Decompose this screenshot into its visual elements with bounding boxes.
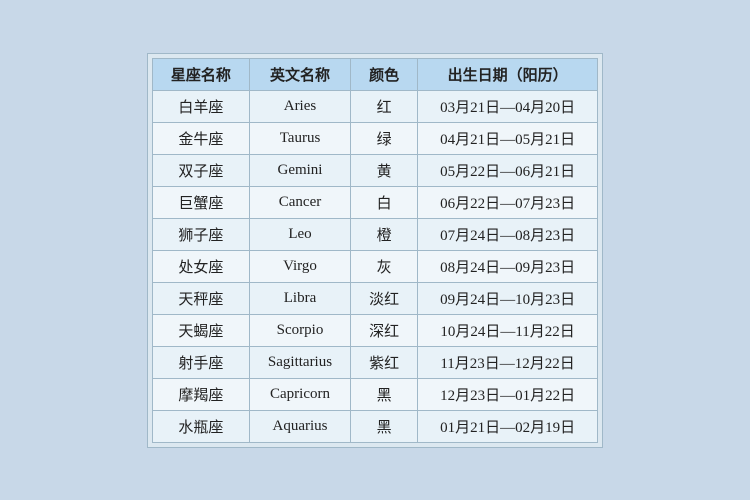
- table-header-row: 星座名称 英文名称 颜色 出生日期（阳历）: [152, 58, 597, 90]
- cell-chinese: 巨蟹座: [152, 186, 249, 218]
- cell-english: Virgo: [249, 250, 350, 282]
- table-row: 射手座Sagittarius紫红11月23日—12月22日: [152, 346, 597, 378]
- cell-color: 紫红: [351, 346, 418, 378]
- table-row: 摩羯座Capricorn黑12月23日—01月22日: [152, 378, 597, 410]
- cell-date: 05月22日—06月21日: [418, 154, 598, 186]
- header-color: 颜色: [351, 58, 418, 90]
- cell-chinese: 射手座: [152, 346, 249, 378]
- cell-date: 08月24日—09月23日: [418, 250, 598, 282]
- cell-color: 淡红: [351, 282, 418, 314]
- cell-english: Aquarius: [249, 410, 350, 442]
- table-body: 白羊座Aries红03月21日—04月20日金牛座Taurus绿04月21日—0…: [152, 90, 597, 442]
- table-row: 水瓶座Aquarius黑01月21日—02月19日: [152, 410, 597, 442]
- zodiac-table: 星座名称 英文名称 颜色 出生日期（阳历） 白羊座Aries红03月21日—04…: [152, 58, 598, 443]
- cell-date: 07月24日—08月23日: [418, 218, 598, 250]
- cell-date: 06月22日—07月23日: [418, 186, 598, 218]
- cell-chinese: 处女座: [152, 250, 249, 282]
- cell-english: Capricorn: [249, 378, 350, 410]
- cell-color: 橙: [351, 218, 418, 250]
- table-row: 双子座Gemini黄05月22日—06月21日: [152, 154, 597, 186]
- cell-date: 11月23日—12月22日: [418, 346, 598, 378]
- cell-color: 黑: [351, 410, 418, 442]
- cell-date: 04月21日—05月21日: [418, 122, 598, 154]
- cell-color: 黑: [351, 378, 418, 410]
- zodiac-table-container: 星座名称 英文名称 颜色 出生日期（阳历） 白羊座Aries红03月21日—04…: [147, 53, 603, 448]
- cell-chinese: 金牛座: [152, 122, 249, 154]
- cell-color: 深红: [351, 314, 418, 346]
- cell-chinese: 狮子座: [152, 218, 249, 250]
- table-row: 白羊座Aries红03月21日—04月20日: [152, 90, 597, 122]
- cell-color: 黄: [351, 154, 418, 186]
- cell-date: 01月21日—02月19日: [418, 410, 598, 442]
- cell-chinese: 水瓶座: [152, 410, 249, 442]
- cell-english: Scorpio: [249, 314, 350, 346]
- table-row: 处女座Virgo灰08月24日—09月23日: [152, 250, 597, 282]
- cell-color: 灰: [351, 250, 418, 282]
- table-row: 巨蟹座Cancer白06月22日—07月23日: [152, 186, 597, 218]
- cell-date: 12月23日—01月22日: [418, 378, 598, 410]
- header-english: 英文名称: [249, 58, 350, 90]
- cell-english: Leo: [249, 218, 350, 250]
- table-row: 金牛座Taurus绿04月21日—05月21日: [152, 122, 597, 154]
- cell-date: 10月24日—11月22日: [418, 314, 598, 346]
- cell-english: Aries: [249, 90, 350, 122]
- cell-color: 红: [351, 90, 418, 122]
- table-row: 天秤座Libra淡红09月24日—10月23日: [152, 282, 597, 314]
- header-date: 出生日期（阳历）: [418, 58, 598, 90]
- cell-english: Libra: [249, 282, 350, 314]
- table-row: 狮子座Leo橙07月24日—08月23日: [152, 218, 597, 250]
- cell-english: Gemini: [249, 154, 350, 186]
- cell-english: Sagittarius: [249, 346, 350, 378]
- cell-color: 白: [351, 186, 418, 218]
- cell-english: Taurus: [249, 122, 350, 154]
- cell-chinese: 双子座: [152, 154, 249, 186]
- cell-chinese: 白羊座: [152, 90, 249, 122]
- cell-english: Cancer: [249, 186, 350, 218]
- table-row: 天蝎座Scorpio深红10月24日—11月22日: [152, 314, 597, 346]
- cell-date: 03月21日—04月20日: [418, 90, 598, 122]
- cell-chinese: 天蝎座: [152, 314, 249, 346]
- cell-chinese: 天秤座: [152, 282, 249, 314]
- cell-chinese: 摩羯座: [152, 378, 249, 410]
- header-chinese: 星座名称: [152, 58, 249, 90]
- cell-color: 绿: [351, 122, 418, 154]
- cell-date: 09月24日—10月23日: [418, 282, 598, 314]
